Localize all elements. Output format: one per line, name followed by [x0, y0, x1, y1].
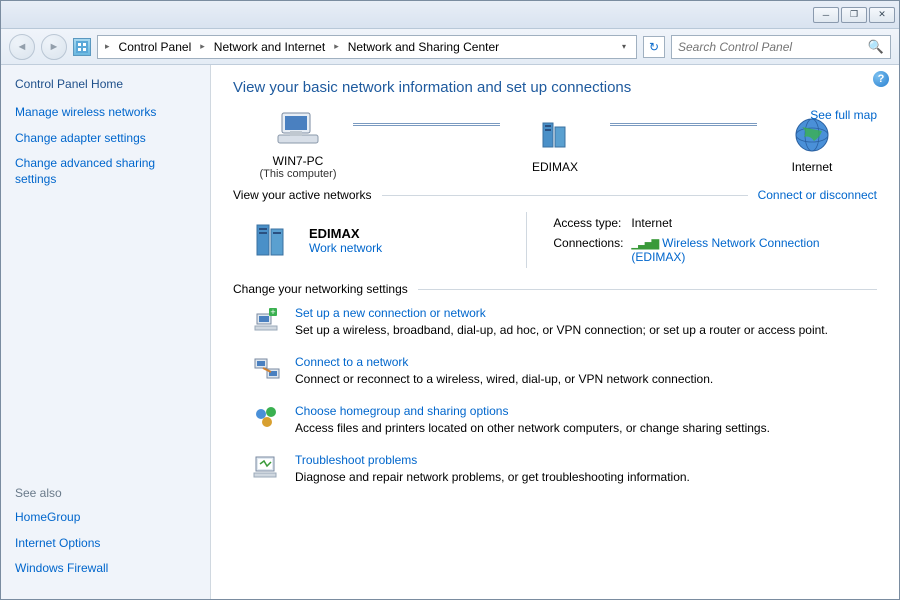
active-network-block: EDIMAX Work network Access type: Interne…	[233, 212, 877, 268]
breadcrumb[interactable]: ▸ Control Panel ▸ Network and Internet ▸…	[97, 35, 637, 59]
task-description: Connect or reconnect to a wireless, wire…	[295, 372, 877, 386]
task-troubleshoot: Troubleshoot problems Diagnose and repai…	[233, 453, 877, 484]
task-description: Access files and printers located on oth…	[295, 421, 877, 435]
sidebar-link-advanced-sharing[interactable]: Change advanced sharing settings	[15, 156, 196, 187]
minimize-button[interactable]: ─	[813, 7, 839, 23]
task-setup-connection: + Set up a new connection or network Set…	[233, 306, 877, 337]
netmap-router: EDIMAX	[490, 114, 620, 174]
access-type-value: Internet	[631, 214, 875, 232]
sidebar: Control Panel Home Manage wireless netwo…	[1, 65, 211, 599]
titlebar: ─ ❐ ✕	[1, 1, 899, 29]
netmap-internet: Internet	[747, 114, 877, 174]
network-sharing-center-window: ─ ❐ ✕ ◄ ► ▸ Control Panel ▸ Network and …	[0, 0, 900, 600]
sidebar-link-internet-options[interactable]: Internet Options	[15, 536, 196, 552]
netmap-label: WIN7-PC	[273, 154, 324, 168]
setup-connection-icon: +	[253, 306, 281, 334]
netmap-label: EDIMAX	[532, 160, 578, 174]
router-icon	[531, 114, 579, 156]
search-input[interactable]	[678, 40, 868, 54]
page-title: View your basic network information and …	[233, 79, 877, 96]
chevron-right-icon[interactable]: ▸	[331, 41, 342, 52]
sidebar-link-wireless[interactable]: Manage wireless networks	[15, 105, 196, 121]
chevron-right-icon[interactable]: ▸	[197, 41, 208, 52]
netmap-this-computer: WIN7-PC (This computer)	[233, 108, 363, 180]
network-map: WIN7-PC (This computer) EDIMAX Internet	[233, 108, 877, 180]
see-full-map-link[interactable]: See full map	[810, 108, 877, 122]
netmap-connector	[610, 123, 757, 126]
task-title-link[interactable]: Connect to a network	[295, 355, 877, 369]
sidebar-link-adapter[interactable]: Change adapter settings	[15, 131, 196, 147]
troubleshoot-icon	[253, 453, 281, 481]
search-icon[interactable]: 🔍	[868, 39, 884, 55]
breadcrumb-item-control-panel[interactable]: Control Panel	[115, 38, 196, 56]
close-button[interactable]: ✕	[869, 7, 895, 23]
sidebar-link-homegroup[interactable]: HomeGroup	[15, 510, 196, 526]
connect-disconnect-link[interactable]: Connect or disconnect	[758, 188, 877, 202]
homegroup-icon	[253, 404, 281, 432]
help-icon[interactable]: ?	[873, 71, 889, 87]
task-description: Set up a wireless, broadband, dial-up, a…	[295, 323, 877, 337]
address-icon	[73, 38, 91, 56]
svg-text:+: +	[270, 307, 275, 317]
see-also-heading: See also	[15, 486, 196, 500]
netmap-label: Internet	[792, 160, 833, 174]
chevron-right-icon[interactable]: ▸	[102, 41, 113, 52]
task-connect-network: Connect to a network Connect or reconnec…	[233, 355, 877, 386]
navbar: ◄ ► ▸ Control Panel ▸ Network and Intern…	[1, 29, 899, 65]
active-network-name: EDIMAX	[309, 226, 382, 241]
computer-icon	[274, 108, 322, 150]
task-description: Diagnose and repair network problems, or…	[295, 470, 877, 484]
breadcrumb-dropdown[interactable]: ▾	[616, 42, 632, 51]
maximize-button[interactable]: ❐	[841, 7, 867, 23]
task-title-link[interactable]: Choose homegroup and sharing options	[295, 404, 877, 418]
refresh-button[interactable]: ↻	[643, 36, 665, 58]
netmap-sublabel: (This computer)	[259, 168, 336, 180]
connections-label: Connections:	[553, 234, 629, 266]
active-network-type-link[interactable]: Work network	[309, 241, 382, 255]
breadcrumb-item-network-sharing[interactable]: Network and Sharing Center	[344, 38, 503, 56]
network-icon	[253, 219, 295, 261]
connection-link[interactable]: Wireless Network Connection (EDIMAX)	[631, 236, 819, 264]
task-title-link[interactable]: Troubleshoot problems	[295, 453, 877, 467]
active-networks-heading: View your active networks	[233, 188, 372, 202]
signal-bars-icon: ▁▃▅▇	[631, 239, 658, 250]
divider	[382, 195, 748, 196]
task-homegroup-sharing: Choose homegroup and sharing options Acc…	[233, 404, 877, 435]
back-button[interactable]: ◄	[9, 34, 35, 60]
divider	[418, 289, 877, 290]
netmap-connector	[353, 123, 500, 126]
main-content: ? View your basic network information an…	[211, 65, 899, 599]
access-type-label: Access type:	[553, 214, 629, 232]
sidebar-home-link[interactable]: Control Panel Home	[15, 77, 196, 91]
connect-network-icon	[253, 355, 281, 383]
networking-settings-heading: Change your networking settings	[233, 282, 408, 296]
task-title-link[interactable]: Set up a new connection or network	[295, 306, 877, 320]
sidebar-link-firewall[interactable]: Windows Firewall	[15, 561, 196, 577]
forward-button[interactable]: ►	[41, 34, 67, 60]
search-box[interactable]: 🔍	[671, 35, 891, 59]
breadcrumb-item-network-internet[interactable]: Network and Internet	[210, 38, 329, 56]
